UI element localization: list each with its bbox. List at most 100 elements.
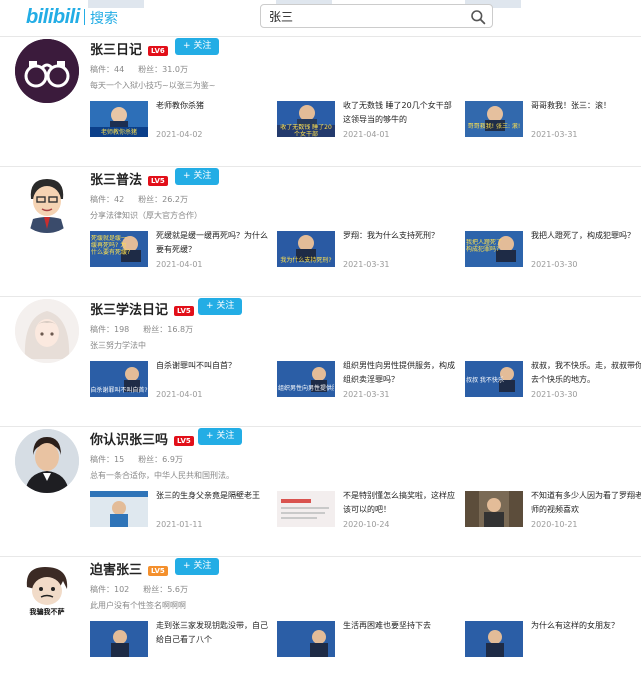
video-count: 稿件：198 [90,325,130,334]
video-title[interactable]: 老师教你杀猪 [156,99,272,113]
video-date: 2021-03-30 [531,390,578,399]
follow-button[interactable]: + 关注 [175,558,220,575]
video-item[interactable]: 我把人蹬死了 构成犯罪吗? 我把人蹬死了，构成犯罪吗？ 2021-03-30 [465,229,641,271]
video-thumbnail[interactable] [90,621,148,657]
avatar[interactable] [15,429,79,493]
follow-button[interactable]: + 关注 [175,38,220,55]
video-item[interactable]: 走到张三家发现钥匙没带，自己给自己看了八个 [90,619,272,661]
video-thumbnail[interactable]: 叔叔 我不快乐 [465,361,523,397]
search-input[interactable] [269,8,465,24]
thumbnail-caption: 哥哥救我! 张三: 滚! [467,123,521,130]
person-photo-icon [15,429,79,493]
level-badge: LV5 [174,435,194,446]
username[interactable]: 迫害张三 LV5 [90,559,168,578]
video-title[interactable]: 生活再困难也要坚持下去 [343,619,459,633]
video-thumbnail[interactable]: 老师教你杀猪 [90,101,148,137]
video-thumbnail[interactable]: 自杀谢罪叫不叫自首? [90,361,148,397]
fans-count: 粉丝：26.2万 [138,195,188,204]
video-date: 2021-03-31 [531,130,578,139]
video-thumbnail[interactable]: 组织男性向男性提供服务 [277,361,335,397]
video-thumbnail[interactable] [90,491,148,527]
video-title[interactable]: 不是特别懂怎么搞奖啦，这样应该可以的吧！ [343,489,459,517]
video-thumbnail[interactable]: 我把人蹬死了 构成犯罪吗? [465,231,523,267]
video-item[interactable]: 不知道有多少人因为看了罗翔老师的视频喜欢 2020-10-21 [465,489,641,531]
fans-count: 粉丝：6.9万 [138,455,183,464]
user-stats: 稿件：44 粉丝：31.0万 [90,64,202,75]
video-item[interactable]: 不是特别懂怎么搞奖啦，这样应该可以的吧！ 2020-10-24 [277,489,459,531]
user-result-list: 张三日记 LV6 + 关注 稿件：44 粉丝：31.0万 每天一个入狱小技巧~以张三… [0,37,641,686]
video-thumbnail[interactable] [277,621,335,657]
thumbnail-caption: 我把人蹬死了 构成犯罪吗? [466,239,502,253]
video-item[interactable]: 哥哥救我! 张三: 滚! 哥哥救我！张三：滚！ 2021-03-31 [465,99,641,141]
video-thumbnail[interactable]: 哥哥救我! 张三: 滚! [465,101,523,137]
level-badge: LV5 [174,305,194,316]
video-item[interactable]: 组织男性向男性提供服务 组织男性向男性提供服务，构成组织卖淫罪吗？ 2021-0… [277,359,459,401]
anime-girl-icon [15,299,79,363]
video-item[interactable]: 收了无数钱 睡了20个女干部 收了无数钱 睡了20几个女干部 这领导当的够牛的 … [277,99,459,141]
video-title[interactable]: 死缓就是缓一缓再死吗？为什么要有死缓？ [156,229,272,257]
video-thumbnail[interactable] [465,491,523,527]
level-badge: LV5 [148,175,168,186]
user-stats: 稿件：15 粉丝：6.9万 [90,454,197,465]
video-title[interactable]: 我把人蹬死了，构成犯罪吗？ [531,229,641,243]
video-thumbnail[interactable]: 死缓就是缓一缓再死吗? 为什么要有死缓? [90,231,148,267]
user-card: 你认识张三吗 LV5 + 关注 稿件：15 粉丝：6.9万 总有一条合适你，中华人民… [0,427,641,557]
avatar[interactable] [15,299,79,363]
user-card: 张三日记 LV6 + 关注 稿件：44 粉丝：31.0万 每天一个入狱小技巧~以张三… [0,37,641,167]
video-title[interactable]: 张三的生身父亲竟是隔壁老王 [156,489,272,503]
video-thumbnail[interactable]: 收了无数钱 睡了20个女干部 [277,101,335,137]
video-item[interactable]: 叔叔 我不快乐 叔叔，我不快乐。走，叔叔带你去个快乐的地方。 2021-03-3… [465,359,641,401]
username[interactable]: 张三日记 LV6 [90,39,168,58]
video-item[interactable]: 张三的生身父亲竟是隔壁老王 2021-01-11 [90,489,272,531]
video-item[interactable]: 自杀谢罪叫不叫自首? 自杀谢罪叫不叫自首？ 2021-04-01 [90,359,272,401]
video-item[interactable]: 死缓就是缓一缓再死吗? 为什么要有死缓? 死缓就是缓一缓再死吗？为什么要有死缓？… [90,229,272,271]
video-title[interactable]: 收了无数钱 睡了20几个女干部 这领导当的够牛的 [343,99,459,127]
avatar[interactable] [15,39,79,103]
video-count: 稿件：44 [90,65,125,74]
follow-button[interactable]: + 关注 [198,428,243,445]
username-text[interactable]: 张三普法 [90,173,142,188]
username-text[interactable]: 你认识张三吗 [90,433,168,448]
video-date: 2021-03-31 [343,390,390,399]
video-title[interactable]: 走到张三家发现钥匙没带，自己给自己看了八个 [156,619,272,647]
search-box[interactable] [260,4,493,28]
video-title[interactable]: 叔叔，我不快乐。走，叔叔带你去个快乐的地方。 [531,359,641,387]
username-text[interactable]: 张三日记 [90,43,142,58]
user-signature: 总有一条合适你，中华人民共和国刑法。 [90,471,234,480]
video-thumbnail[interactable] [277,491,335,527]
username[interactable]: 张三学法日记 LV5 [90,299,194,318]
search-icon[interactable] [470,9,486,25]
follow-button[interactable]: + 关注 [198,298,243,315]
top-bar: bilibili 搜索 [0,0,641,37]
video-item[interactable]: 我为什么支持死刑? 罗翔：我为什么支持死刑？ 2021-03-31 [277,229,459,271]
username[interactable]: 张三普法 LV5 [90,169,168,188]
video-title[interactable]: 组织男性向男性提供服务，构成组织卖淫罪吗？ [343,359,459,387]
fans-count: 粉丝：16.8万 [143,325,194,334]
video-date: 2020-10-24 [343,520,390,529]
video-thumbnail[interactable] [465,621,523,657]
video-item[interactable]: 生活再困难也要坚持下去 [277,619,459,661]
username-text[interactable]: 迫害张三 [90,563,142,578]
video-thumbnail[interactable]: 我为什么支持死刑? [277,231,335,267]
follow-button[interactable]: + 关注 [175,168,220,185]
user-signature: 张三努力学法中 [90,341,146,350]
video-item[interactable]: 为什么有这样的女朋友？ [465,619,641,661]
thumbnail-caption: 我为什么支持死刑? [280,257,332,264]
cartoon-lawyer-icon [15,169,79,233]
avatar[interactable]: 我骗我不萨 [15,559,79,623]
video-title[interactable]: 不知道有多少人因为看了罗翔老师的视频喜欢 [531,489,641,517]
video-title[interactable]: 罗翔：我为什么支持死刑？ [343,229,459,243]
video-title[interactable]: 自杀谢罪叫不叫自首？ [156,359,272,373]
username[interactable]: 你认识张三吗 LV5 [90,429,194,448]
video-title[interactable]: 哥哥救我！张三：滚！ [531,99,641,113]
user-card: 张三学法日记 LV5 + 关注 稿件：198 粉丝：16.8万 张三努力学法中 自杀… [0,297,641,427]
avatar[interactable] [15,169,79,233]
bilibili-logo[interactable]: bilibili [26,6,80,29]
video-title[interactable]: 为什么有这样的女朋友？ [531,619,641,633]
user-stats: 稿件：102 粉丝：5.6万 [90,584,202,595]
user-stats: 稿件：198 粉丝：16.8万 [90,324,207,335]
thumbnail-caption: 死缓就是缓一缓再死吗? 为什么要有死缓? [91,235,131,256]
video-item[interactable]: 老师教你杀猪 老师教你杀猪 2021-04-02 [90,99,272,141]
level-badge: LV6 [148,45,168,56]
username-text[interactable]: 张三学法日记 [90,303,168,318]
